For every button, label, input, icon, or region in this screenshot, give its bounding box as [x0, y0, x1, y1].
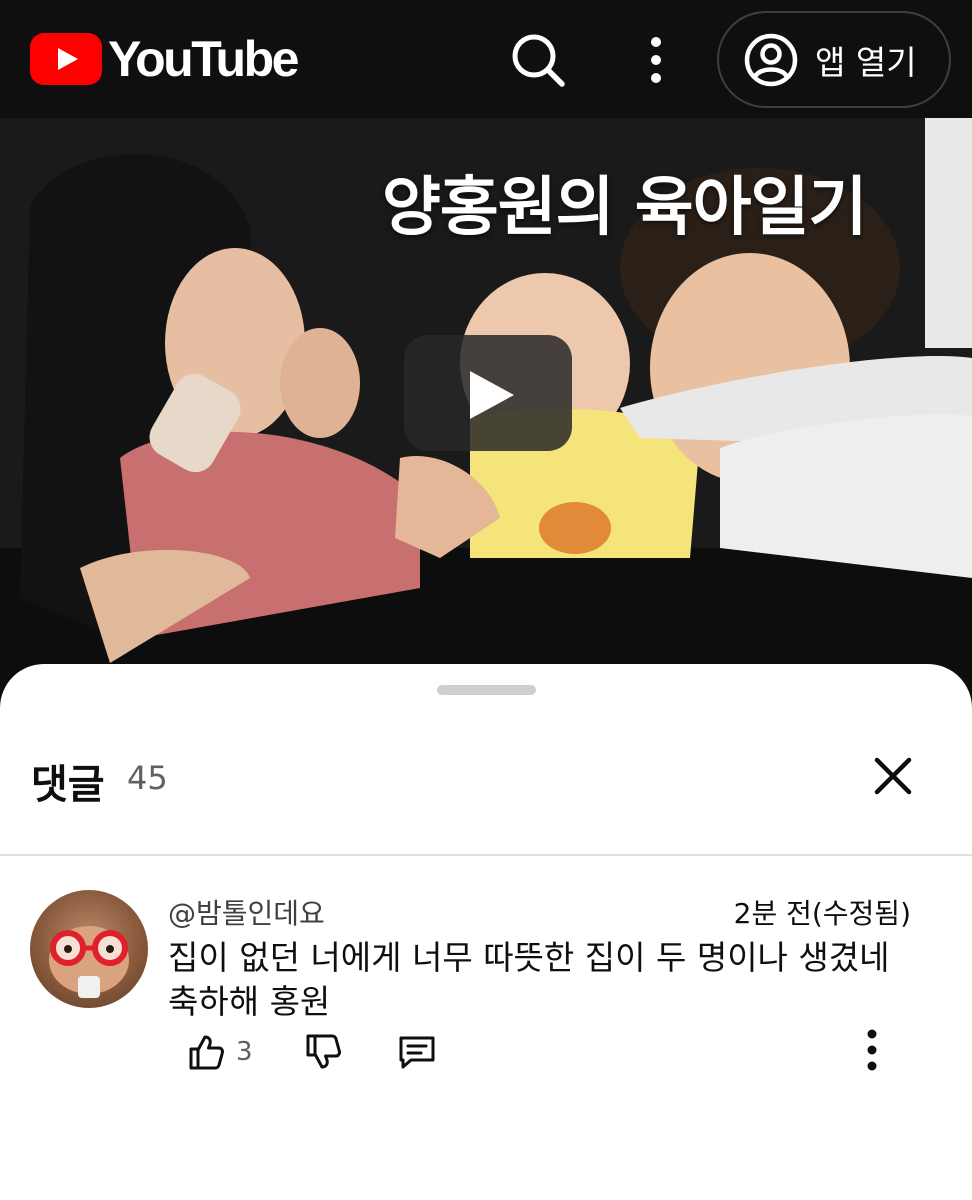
comment-count: 45	[127, 759, 168, 797]
logo-text: YouTube	[108, 31, 299, 87]
thumb-up-icon	[189, 1035, 224, 1070]
comment-author[interactable]: @밤톨인데요	[168, 892, 325, 932]
comment-more-button[interactable]	[852, 1026, 892, 1074]
open-app-button[interactable]: 앱 열기	[717, 11, 951, 108]
comment-timestamp: 2분 전(수정됨)	[733, 897, 911, 930]
search-button[interactable]	[508, 30, 568, 90]
thumb-down-icon	[306, 1034, 341, 1069]
avatar-image	[49, 926, 129, 998]
like-count: 3	[236, 1037, 253, 1067]
comment-text-line: 축하해 홍원	[168, 982, 331, 1021]
comment-actions: 3	[186, 1028, 437, 1076]
like-button[interactable]	[186, 1032, 226, 1072]
more-vert-icon	[867, 1029, 877, 1071]
comment-text-line: 집이 없던 너에게 너무 따뜻한 집이 두 명이나 생겼네	[168, 938, 890, 977]
dislike-button[interactable]	[303, 1032, 343, 1072]
close-comments-button[interactable]	[869, 752, 917, 800]
comments-title: 댓글	[31, 762, 105, 808]
video-overlay-title: 양홍원의 육아일기	[382, 171, 867, 245]
search-icon	[512, 34, 565, 87]
comments-panel: 댓글 45 @밤톨인데요 2분 전(수정됨) 집이 없던 너에게 너무 따뜻한 …	[0, 664, 972, 1200]
reply-button[interactable]	[397, 1032, 437, 1072]
avatar[interactable]	[30, 890, 148, 1008]
account-icon	[744, 33, 798, 86]
more-vert-icon	[651, 37, 661, 83]
youtube-logo-icon	[30, 33, 102, 85]
youtube-logo[interactable]: YouTube	[30, 31, 299, 87]
video-player[interactable]: 양홍원의 육아일기	[0, 118, 972, 718]
top-app-bar: YouTube 앱 열기	[0, 0, 972, 118]
close-icon	[874, 757, 912, 795]
more-options-button[interactable]	[636, 32, 676, 88]
open-app-label: 앱 열기	[815, 42, 917, 82]
comment-item: @밤톨인데요 2분 전(수정됨) 집이 없던 너에게 너무 따뜻한 집이 두 명…	[0, 856, 972, 1200]
play-button[interactable]	[404, 335, 572, 451]
comment-text: 집이 없던 너에게 너무 따뜻한 집이 두 명이나 생겼네 축하해 홍원	[168, 936, 908, 1024]
drag-handle[interactable]	[437, 685, 536, 695]
reply-icon	[399, 1036, 435, 1069]
